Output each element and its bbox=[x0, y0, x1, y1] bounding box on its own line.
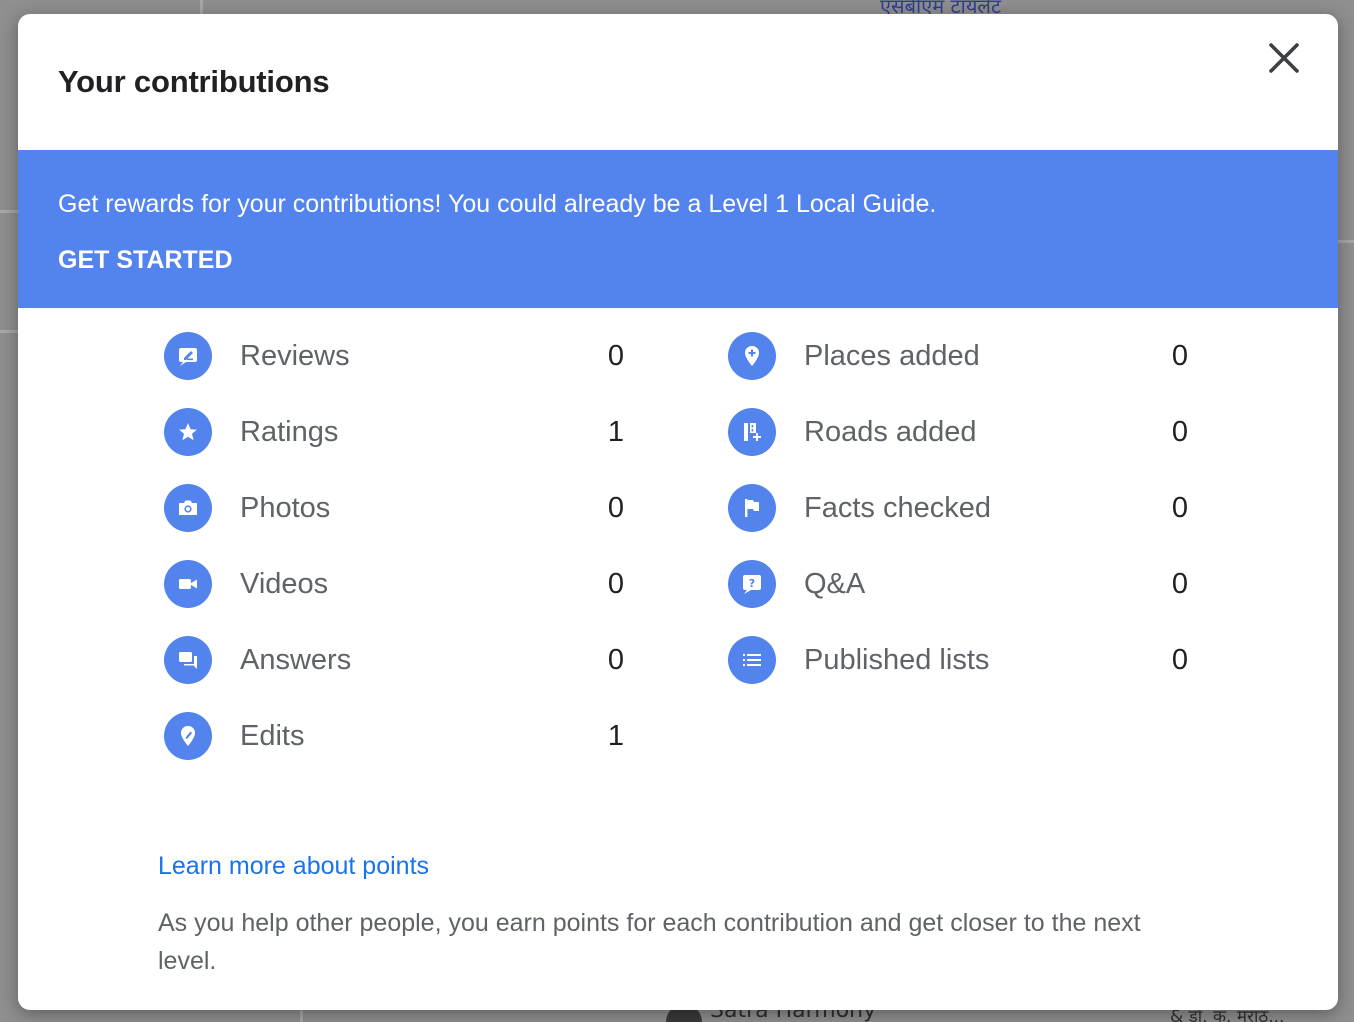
stat-label: Places added bbox=[804, 340, 980, 372]
stat-value: 0 bbox=[1171, 568, 1188, 600]
map-road bbox=[0, 330, 18, 333]
review-icon bbox=[164, 332, 212, 380]
add-road-icon bbox=[728, 408, 776, 456]
stat-row-reviews[interactable]: Reviews 0 bbox=[164, 326, 644, 386]
close-icon bbox=[1269, 43, 1299, 73]
stat-label: Facts checked bbox=[804, 492, 991, 524]
stat-value: 0 bbox=[607, 492, 624, 524]
stat-label: Reviews bbox=[240, 340, 350, 372]
close-button[interactable] bbox=[1262, 36, 1306, 80]
stat-label: Ratings bbox=[240, 416, 339, 448]
edit-pin-icon bbox=[164, 712, 212, 760]
stat-row-videos[interactable]: Videos 0 bbox=[164, 554, 644, 614]
map-road bbox=[200, 0, 203, 14]
stat-row-ratings[interactable]: Ratings 1 bbox=[164, 402, 644, 462]
stat-value: 1 bbox=[607, 416, 624, 448]
banner-message: Get rewards for your contributions! You … bbox=[58, 190, 937, 218]
stat-label: Photos bbox=[240, 492, 331, 524]
video-icon bbox=[164, 560, 212, 608]
get-started-button[interactable]: GET STARTED bbox=[58, 246, 233, 275]
stat-value: 0 bbox=[607, 644, 624, 676]
stat-label: Answers bbox=[240, 644, 352, 676]
list-icon bbox=[728, 636, 776, 684]
stat-label: Edits bbox=[240, 720, 305, 752]
stat-label: Published lists bbox=[804, 644, 990, 676]
stat-value: 0 bbox=[1171, 492, 1188, 524]
add-place-icon bbox=[728, 332, 776, 380]
local-guide-banner: Get rewards for your contributions! You … bbox=[18, 150, 1338, 308]
star-icon bbox=[164, 408, 212, 456]
points-description: As you help other people, you earn point… bbox=[158, 909, 1141, 975]
stat-row-roads-added[interactable]: Roads added 0 bbox=[728, 402, 1208, 462]
camera-icon bbox=[164, 484, 212, 532]
map-road bbox=[300, 1010, 303, 1022]
stat-label: Q&A bbox=[804, 568, 866, 600]
stat-value: 0 bbox=[1171, 340, 1188, 372]
map-road bbox=[1338, 240, 1354, 243]
contributions-dialog: Your contributions Get rewards for your … bbox=[18, 14, 1338, 1010]
stat-row-answers[interactable]: Answers 0 bbox=[164, 630, 644, 690]
map-road bbox=[0, 210, 18, 213]
learn-more-link[interactable]: Learn more about points bbox=[158, 852, 429, 881]
dialog-title: Your contributions bbox=[58, 64, 330, 99]
flag-icon bbox=[728, 484, 776, 532]
stat-row-published-lists[interactable]: Published lists 0 bbox=[728, 630, 1208, 690]
stat-row-photos[interactable]: Photos 0 bbox=[164, 478, 644, 538]
stat-row-facts-checked[interactable]: Facts checked 0 bbox=[728, 478, 1208, 538]
stat-value: 0 bbox=[1171, 644, 1188, 676]
chat-icon bbox=[164, 636, 212, 684]
stat-value: 0 bbox=[607, 568, 624, 600]
question-icon: ? bbox=[728, 560, 776, 608]
svg-text:?: ? bbox=[749, 577, 755, 590]
stat-value: 0 bbox=[1171, 416, 1188, 448]
stat-value: 0 bbox=[607, 340, 624, 372]
stat-row-edits[interactable]: Edits 1 bbox=[164, 706, 644, 766]
stat-label: Roads added bbox=[804, 416, 977, 448]
stat-value: 1 bbox=[607, 720, 624, 752]
stat-label: Videos bbox=[240, 568, 329, 600]
stat-row-qa[interactable]: ? Q&A 0 bbox=[728, 554, 1208, 614]
stat-row-places-added[interactable]: Places added 0 bbox=[728, 326, 1208, 386]
